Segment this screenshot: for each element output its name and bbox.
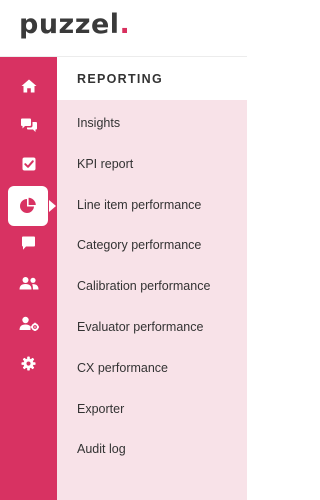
- puzzel-logo[interactable]: puzzel.: [19, 8, 130, 42]
- logo-dot: .: [119, 9, 131, 40]
- menu-item-line-item-performance[interactable]: Line item performance: [77, 197, 201, 213]
- menu-item-evaluator-performance[interactable]: Evaluator performance: [77, 319, 203, 335]
- home-icon: [21, 79, 36, 93]
- logo-text: puzzel: [19, 9, 120, 40]
- nav-messages[interactable]: [0, 224, 57, 262]
- nav-home[interactable]: [0, 67, 57, 105]
- message-icon: [22, 236, 35, 250]
- nav-settings[interactable]: [0, 344, 57, 382]
- nav-user-settings[interactable]: [0, 304, 57, 342]
- menu-item-insights[interactable]: Insights: [77, 115, 120, 131]
- menu-item-kpi-report[interactable]: KPI report: [77, 156, 133, 172]
- menu-item-category-performance[interactable]: Category performance: [77, 237, 201, 253]
- user-settings-icon: [19, 316, 39, 331]
- panel-title: REPORTING: [57, 57, 247, 100]
- nav-users[interactable]: [0, 264, 57, 302]
- pie-chart-icon: [20, 197, 36, 213]
- menu-item-calibration-performance[interactable]: Calibration performance: [77, 278, 210, 294]
- gear-icon: [21, 355, 36, 371]
- nav-evaluations[interactable]: [0, 145, 57, 183]
- menu-item-exporter[interactable]: Exporter: [77, 401, 124, 417]
- nav-conversations[interactable]: [0, 106, 57, 144]
- chat-bubbles-icon: [20, 118, 37, 132]
- nav-reporting[interactable]: [8, 186, 48, 226]
- menu-item-cx-performance[interactable]: CX performance: [77, 360, 168, 376]
- checkbox-icon: [22, 157, 35, 171]
- app-root: puzzel. REPORTING Insights KPI report Li…: [0, 0, 247, 500]
- icon-sidebar: [0, 57, 57, 500]
- active-indicator-arrow: [49, 200, 56, 212]
- menu-item-audit-log[interactable]: Audit log: [77, 441, 126, 457]
- top-bar: puzzel.: [0, 0, 247, 57]
- reporting-menu-panel: REPORTING Insights KPI report Line item …: [57, 57, 247, 500]
- users-icon: [19, 277, 38, 290]
